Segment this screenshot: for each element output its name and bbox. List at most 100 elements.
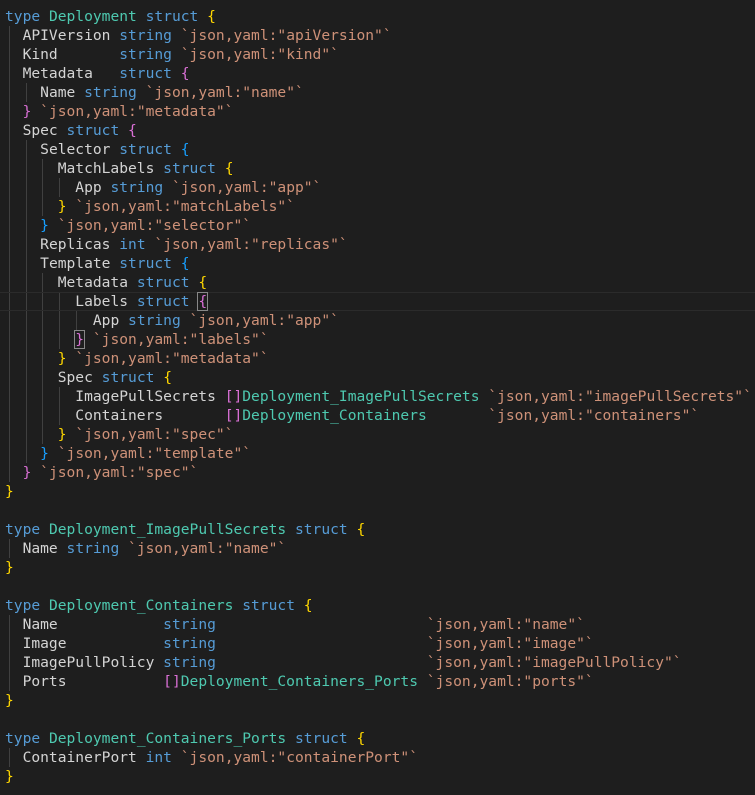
indent-guide — [25, 406, 27, 425]
code-line[interactable] — [0, 501, 755, 520]
slice-brackets: [] — [224, 407, 243, 424]
indent-guide — [25, 425, 27, 444]
code-line[interactable]: Metadata struct { — [0, 64, 755, 83]
indent-guide — [9, 425, 10, 444]
indent-guide — [25, 197, 27, 216]
code-line[interactable]: type Deployment_Containers struct { — [0, 596, 755, 615]
code-line[interactable]: } `json,yaml:"spec"` — [0, 463, 755, 482]
field-name: App — [75, 179, 102, 196]
indent-guide — [9, 539, 10, 558]
close-brace: } — [57, 350, 67, 367]
indent-guide — [25, 311, 27, 330]
indent-guide — [75, 311, 77, 330]
open-brace: { — [224, 160, 234, 177]
indent-guide — [9, 653, 10, 672]
code-line[interactable]: type Deployment struct { — [0, 7, 755, 26]
code-line[interactable]: Name string `json,yaml:"name"` — [0, 83, 755, 102]
code-line[interactable]: App string `json,yaml:"app"` — [0, 311, 755, 330]
code-line[interactable]: } — [0, 482, 755, 501]
indent-guide — [9, 64, 10, 83]
code-line[interactable]: ContainerPort int `json,yaml:"containerP… — [0, 748, 755, 767]
type-name: Deployment_Containers_Ports — [48, 730, 287, 747]
code-line[interactable]: Name string `json,yaml:"name"` — [0, 615, 755, 634]
code-line[interactable]: Containers []Deployment_Containers `json… — [0, 406, 755, 425]
field-name: ImagePullSecrets — [75, 388, 216, 405]
keyword: string — [84, 84, 137, 101]
code-line[interactable]: } `json,yaml:"spec"` — [0, 425, 755, 444]
code-line[interactable]: ImagePullSecrets []Deployment_ImagePullS… — [0, 387, 755, 406]
code-line[interactable]: } — [0, 767, 755, 786]
code-line[interactable] — [0, 710, 755, 729]
code-line[interactable]: Replicas int `json,yaml:"replicas"` — [0, 235, 755, 254]
code-line[interactable]: } `json,yaml:"metadata"` — [0, 102, 755, 121]
code-line[interactable]: } — [0, 691, 755, 710]
code-line[interactable]: Spec struct { — [0, 121, 755, 140]
code-editor[interactable]: type Deployment struct { APIVersion stri… — [0, 0, 755, 795]
struct-tag: `json,yaml:"template"` — [57, 445, 252, 462]
code-line[interactable]: } `json,yaml:"matchLabels"` — [0, 197, 755, 216]
code-line[interactable]: } `json,yaml:"labels"` — [0, 330, 755, 349]
code-line[interactable]: Selector struct { — [0, 140, 755, 159]
keyword: string — [163, 635, 216, 652]
struct-tag: `json,yaml:"spec"` — [75, 426, 234, 443]
code-line[interactable]: Name string `json,yaml:"name"` — [0, 539, 755, 558]
code-line[interactable]: type Deployment_ImagePullSecrets struct … — [0, 520, 755, 539]
open-brace: { — [163, 369, 172, 386]
code-line[interactable]: Spec struct { — [0, 368, 755, 387]
open-brace: { — [180, 141, 190, 158]
code-line[interactable]: Ports []Deployment_Containers_Ports `jso… — [0, 672, 755, 691]
keyword: string — [163, 616, 216, 633]
code-line[interactable]: Kind string `json,yaml:"kind"` — [0, 45, 755, 64]
indent-guide — [9, 349, 10, 368]
keyword: type — [5, 597, 41, 614]
code-line[interactable] — [0, 577, 755, 596]
code-line[interactable]: Labels struct { — [0, 292, 755, 311]
code-line[interactable]: } — [0, 558, 755, 577]
code-line[interactable]: APIVersion string `json,yaml:"apiVersion… — [0, 26, 755, 45]
indent-guide — [9, 159, 10, 178]
indent-guide — [25, 349, 27, 368]
code-line[interactable]: ImagePullPolicy string `json,yaml:"image… — [0, 653, 755, 672]
code-line[interactable]: Metadata struct { — [0, 273, 755, 292]
code-line[interactable]: App string `json,yaml:"app"` — [0, 178, 755, 197]
code-line[interactable]: } `json,yaml:"template"` — [0, 444, 755, 463]
type-name: Deployment_Containers — [242, 407, 427, 424]
indent-guide — [25, 159, 27, 178]
code-line[interactable]: } `json,yaml:"selector"` — [0, 216, 755, 235]
field-name: Selector — [40, 141, 111, 158]
code-line[interactable]: Template struct { — [0, 254, 755, 273]
code-line[interactable]: type Deployment_Containers_Ports struct … — [0, 729, 755, 748]
keyword: string — [163, 654, 216, 671]
indent-guide — [42, 311, 44, 330]
indent-guide — [9, 235, 10, 254]
code-line[interactable]: } `json,yaml:"metadata"` — [0, 349, 755, 368]
field-name: Metadata — [57, 274, 129, 291]
code-line[interactable]: Image string `json,yaml:"image"` — [0, 634, 755, 653]
indent-guide — [9, 121, 10, 140]
code-line[interactable]: MatchLabels struct { — [0, 159, 755, 178]
indent-guide — [9, 406, 10, 425]
